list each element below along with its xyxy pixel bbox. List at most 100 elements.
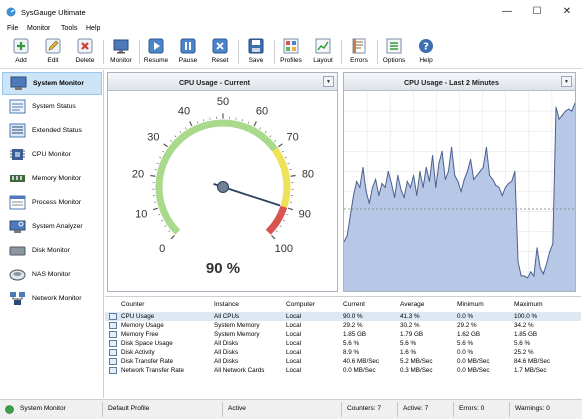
cell-minimum: 0.0 MB/Sec	[457, 367, 490, 374]
table-row[interactable]: Network Transfer Rate All Network Cards Lo…	[105, 366, 581, 375]
cell-average: 1.6 %	[400, 349, 417, 356]
cell-instance: All Disks	[214, 358, 239, 365]
cpu-gauge-panel: CPU Usage - Current ▼ 0 10 20 30 40 50 60 70 80 9…	[107, 72, 338, 292]
gauge-major-tick	[290, 174, 296, 177]
sidebar-item-label: Memory Monitor	[32, 175, 82, 182]
cell-instance: All CPUs	[214, 313, 240, 320]
data-point	[527, 277, 529, 279]
data-point	[413, 174, 415, 176]
column-header-instance[interactable]: Instance	[214, 301, 239, 308]
table-row[interactable]: Memory Usage System Memory Local 29.2 % 30.2…	[105, 321, 581, 330]
sidebar-item-label: NAS Monitor	[32, 271, 71, 278]
gauge-readout: 90 %	[206, 260, 240, 277]
cell-minimum: 5.6 %	[457, 340, 474, 347]
reset-label: Reset	[211, 57, 229, 64]
errors-button[interactable]: Errors	[343, 38, 375, 68]
delete-button[interactable]: Delete	[69, 38, 101, 68]
column-header-minimum[interactable]: Minimum	[457, 301, 484, 308]
data-point	[356, 180, 358, 182]
gauge-minor-tick	[282, 219, 285, 222]
status-separator	[453, 402, 454, 417]
gauge-minor-tick	[247, 121, 250, 124]
data-point	[346, 235, 348, 237]
table-row[interactable]: Disk Space Usage All Disks Local 5.6 % 5.6 %…	[105, 339, 581, 348]
data-point	[416, 195, 418, 197]
data-point	[463, 178, 465, 180]
data-point	[435, 186, 437, 188]
status-bar: System Monitor Default Profile Active Co…	[0, 399, 582, 419]
status-separator	[102, 402, 103, 417]
cell-average: 5.2 MB/Sec	[400, 358, 433, 365]
save-button[interactable]: Save	[240, 38, 272, 68]
sidebar-item-label: System Monitor	[33, 80, 84, 87]
column-header-computer[interactable]: Computer	[286, 301, 315, 308]
menu-file[interactable]: File	[7, 25, 18, 32]
cell-counter: Memory Usage	[121, 322, 164, 329]
help-button[interactable]: ? Help	[410, 38, 442, 68]
gauge-minor-tick	[164, 225, 167, 227]
reset-button[interactable]: Reset	[204, 38, 236, 68]
counter-icon	[109, 322, 117, 329]
gauge-major-tick	[271, 235, 276, 240]
data-point	[485, 146, 487, 148]
table-row[interactable]: Memory Free System Memory Local 1.85 GB 1.79…	[105, 330, 581, 339]
memory-icon	[10, 175, 25, 182]
status-monitor: System Monitor	[20, 405, 66, 412]
save-label: Save	[248, 57, 264, 64]
table-row[interactable]: Disk Transfer Rate All Disks Local 40.6 MB/…	[105, 357, 581, 366]
menu-tools[interactable]: Tools	[61, 25, 77, 32]
table-row[interactable]: Disk Activity All Disks Local 8.9 % 1.6 % 0.0…	[105, 348, 581, 357]
data-point	[476, 174, 478, 176]
chevron-down-icon[interactable]: ▼	[323, 76, 334, 87]
data-point	[558, 118, 560, 120]
gauge-minor-tick	[284, 156, 287, 159]
toolbar: Add Edit Delete Monitor Resume Pause Res…	[0, 36, 582, 69]
table-row[interactable]: CPU Usage All CPUs Local 90.0 % 41.3 % 0.0 % 1…	[105, 312, 581, 321]
cell-minimum: 0.0 %	[457, 313, 474, 320]
gauge-minor-tick	[168, 230, 171, 233]
data-point	[508, 182, 510, 184]
column-header-current[interactable]: Current	[343, 301, 365, 308]
sidebar-item-system-analyzer[interactable]: System Analyzer	[2, 216, 102, 239]
sidebar-item-system-status[interactable]: System Status	[2, 96, 102, 119]
cell-current: 8.9 %	[343, 349, 360, 356]
sidebar-item-system-monitor[interactable]: System Monitor	[2, 72, 102, 95]
cell-current: 0.0 MB/Sec	[343, 367, 376, 374]
gauge-major-tick	[170, 235, 175, 240]
gauge-minor-tick	[264, 131, 267, 134]
cell-computer: Local	[286, 322, 302, 329]
data-point	[444, 178, 446, 180]
counter-icon	[109, 340, 117, 347]
column-header-maximum[interactable]: Maximum	[514, 301, 543, 308]
minimize-button[interactable]: —	[492, 0, 522, 24]
gauge-tick-label: 80	[302, 169, 314, 181]
close-button[interactable]: ✕	[552, 0, 582, 24]
sidebar-item-network-monitor[interactable]: Network Monitor	[2, 288, 102, 311]
chevron-down-icon[interactable]: ▼	[561, 76, 572, 87]
sidebar-item-extended-status[interactable]: Extended Status	[2, 120, 102, 143]
layout-button[interactable]: Layout	[307, 38, 339, 68]
column-header-counter[interactable]: Counter	[121, 301, 144, 308]
sidebar-item-disk-monitor[interactable]: Disk Monitor	[2, 240, 102, 263]
sidebar-item-nas-monitor[interactable]: NAS Monitor	[2, 264, 102, 287]
maximize-button[interactable]: ☐	[522, 0, 552, 24]
data-point	[362, 166, 364, 168]
sidebar-item-cpu-monitor[interactable]: CPU Monitor	[2, 144, 102, 167]
gauge-minor-tick	[158, 213, 161, 216]
monitor-button[interactable]: Monitor	[105, 38, 137, 68]
window-title: SysGauge Ultimate	[21, 8, 86, 17]
gauge-zone-low	[155, 119, 278, 235]
data-point	[419, 170, 421, 172]
menu-monitor[interactable]: Monitor	[27, 25, 50, 32]
column-header-average[interactable]: Average	[400, 301, 424, 308]
sidebar-item-memory-monitor[interactable]: Memory Monitor	[2, 168, 102, 191]
cell-maximum: 25.2 %	[514, 349, 534, 356]
sidebar-item-process-monitor[interactable]: Process Monitor	[2, 192, 102, 215]
cell-computer: Local	[286, 313, 302, 320]
cell-current: 90.0 %	[343, 313, 363, 320]
data-point	[352, 195, 354, 197]
pause-icon	[180, 38, 196, 54]
monitor-label: Monitor	[110, 57, 132, 64]
data-point	[368, 203, 370, 205]
menu-help[interactable]: Help	[86, 25, 100, 32]
